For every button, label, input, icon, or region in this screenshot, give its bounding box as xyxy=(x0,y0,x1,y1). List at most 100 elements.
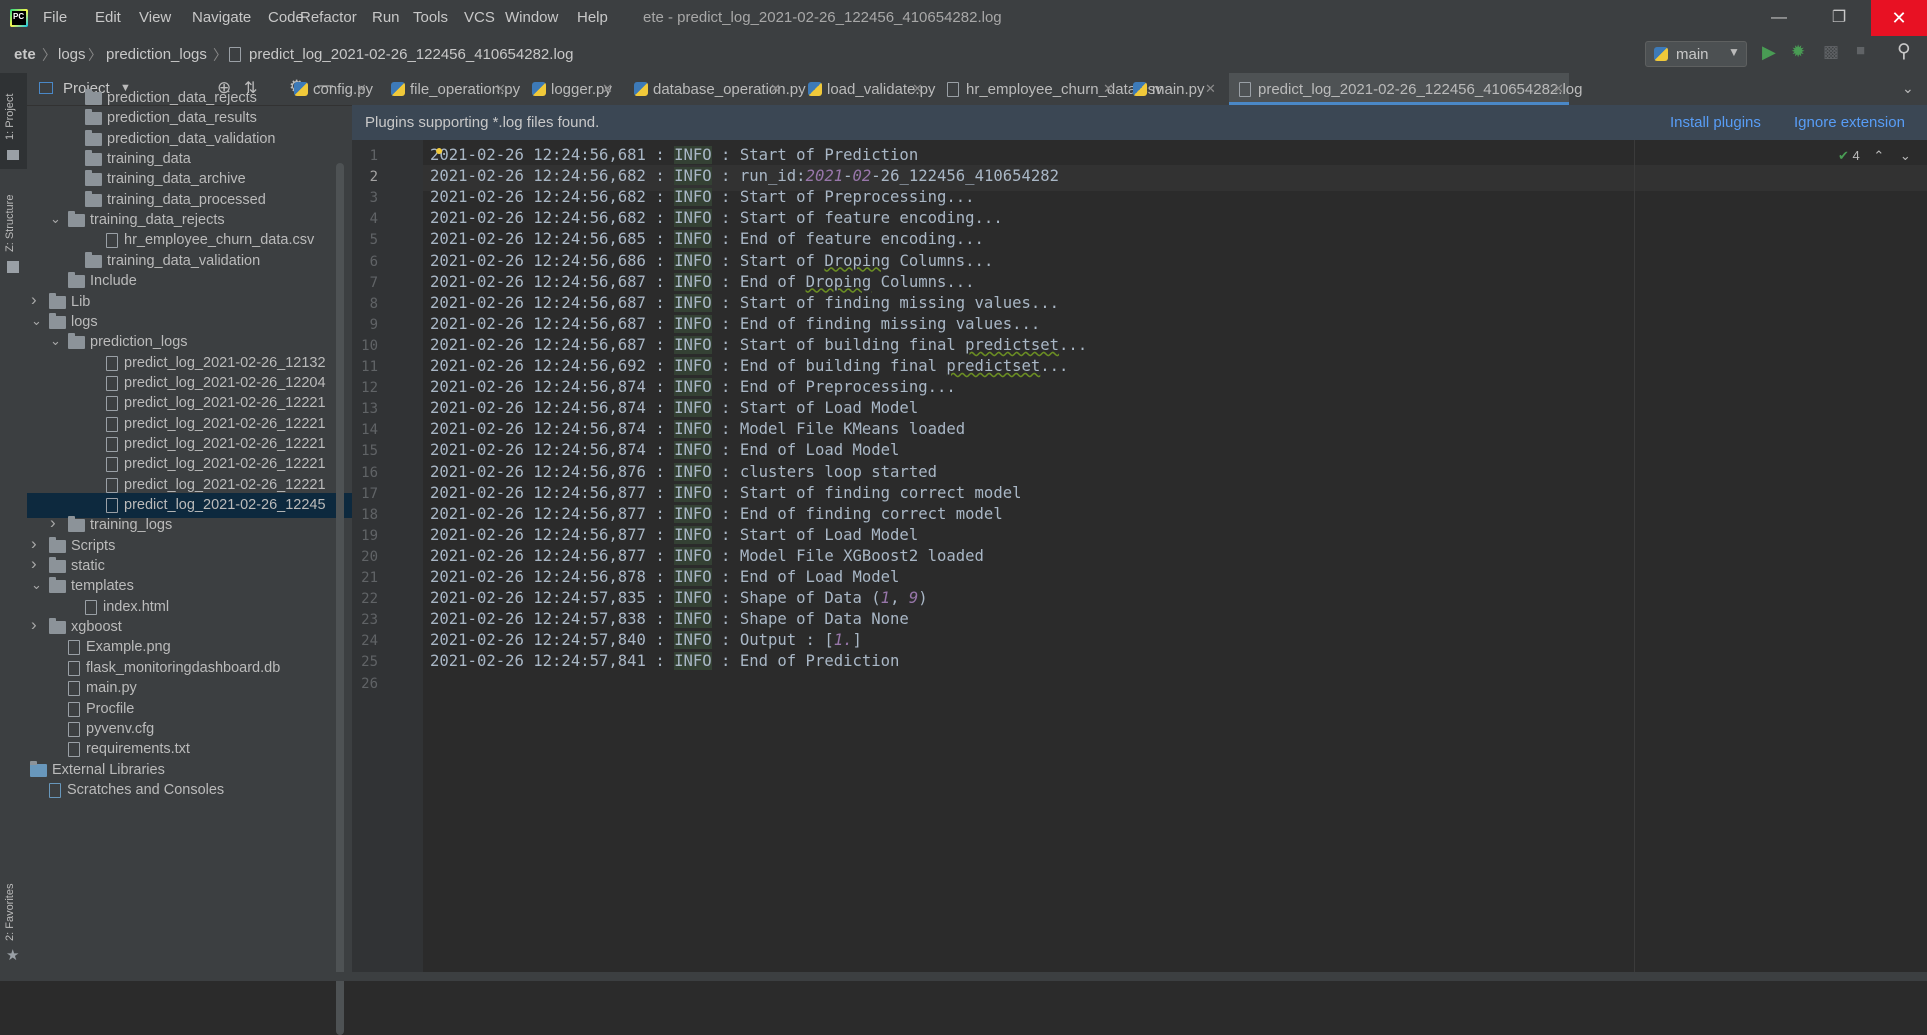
editor-tab[interactable]: logger.py ✕ xyxy=(522,73,618,105)
line-number: 5 xyxy=(369,232,378,249)
code-line: 2021-02-26 12:24:56,874 : INFO : End of … xyxy=(430,378,956,397)
menu-refactor[interactable]: Refactor xyxy=(300,9,357,27)
editor-tab[interactable]: database_operation.py ✕ xyxy=(624,73,806,105)
code-line: 2021-02-26 12:24:56,692 : INFO : End of … xyxy=(430,357,1069,375)
breadcrumb-logs[interactable]: logs xyxy=(58,46,86,63)
project-tool-label[interactable]: 1: Project xyxy=(4,94,16,140)
tree-item-label: xgboost xyxy=(71,619,122,636)
library-icon xyxy=(30,760,47,777)
run-config-select[interactable]: main ▼ xyxy=(1645,41,1747,67)
line-number: 15 xyxy=(361,443,378,460)
lightbulb-icon[interactable]: ● xyxy=(435,142,443,158)
banner-message: Plugins supporting *.log files found. xyxy=(365,114,600,131)
tree-item-label: Procfile xyxy=(86,700,135,717)
restore-button[interactable]: ❐ xyxy=(1811,0,1867,36)
editor-tab[interactable]: file_operation.py ✕ xyxy=(381,73,520,105)
close-tab-icon[interactable]: ✕ xyxy=(912,81,923,97)
menu-navigate[interactable]: Navigate xyxy=(192,9,251,27)
chevron-down-icon[interactable]: ⌄ xyxy=(50,333,61,349)
folder-icon xyxy=(49,577,66,594)
python-icon xyxy=(1654,47,1668,61)
file-icon xyxy=(106,436,118,452)
search-everywhere-icon[interactable]: ⚲ xyxy=(1897,40,1911,63)
editor-tab-bar: config.py ✕ file_operation.py ✕ logger.py ✕ da… xyxy=(294,73,1927,106)
tree-item-label: training_logs xyxy=(90,517,173,534)
menu-vcs[interactable]: VCS xyxy=(464,9,495,27)
close-tab-icon[interactable]: ✕ xyxy=(1553,81,1564,97)
line-number: 12 xyxy=(361,380,378,397)
tree-item-label: prediction_data_rejects xyxy=(107,90,257,106)
chevron-up-icon[interactable]: ⌃ xyxy=(1873,148,1884,163)
breadcrumb-project[interactable]: ete xyxy=(14,46,36,63)
folder-icon xyxy=(85,190,102,207)
line-number: 8 xyxy=(369,295,378,312)
editor-tab[interactable]: config.py ✕ xyxy=(284,73,373,105)
close-tab-icon[interactable]: ✕ xyxy=(1103,81,1114,97)
code-line: 2021-02-26 12:24:56,878 : INFO : End of … xyxy=(430,568,900,586)
editor-tab[interactable]: load_validate.py ✕ xyxy=(798,73,935,105)
coverage-icon[interactable]: ▩ xyxy=(1823,42,1839,62)
favorites-tool-label[interactable]: 2: Favorites xyxy=(4,884,16,941)
chevron-right-icon[interactable]: › xyxy=(31,554,37,574)
chevron-down-icon[interactable]: ⌄ xyxy=(50,211,61,227)
chevron-right-icon[interactable]: › xyxy=(31,534,37,554)
breadcrumb-file[interactable]: predict_log_2021-02-26_122456_410654282.… xyxy=(249,46,573,63)
menu-help[interactable]: Help xyxy=(577,9,608,27)
editor-tab[interactable]: hr_employee_churn_data.csv ✕ xyxy=(937,73,1163,105)
tree-item-label: predict_log_2021-02-26_12221 xyxy=(124,395,326,412)
code-line: 2021-02-26 12:24:57,841 : INFO : End of … xyxy=(430,652,900,671)
close-tab-icon[interactable]: ✕ xyxy=(602,81,613,97)
folder-icon xyxy=(68,333,85,350)
chevron-down-icon[interactable]: ⌄ xyxy=(31,577,42,593)
breadcrumb-prediction-logs[interactable]: prediction_logs xyxy=(106,46,207,63)
editor-tab[interactable]: main.py ✕ xyxy=(1123,73,1221,105)
tree-item-label: flask_monitoringdashboard.db xyxy=(86,659,281,676)
minimize-button[interactable]: — xyxy=(1751,0,1807,36)
tree-item-label: predict_log_2021-02-26_12221 xyxy=(124,415,326,432)
file-icon xyxy=(68,701,80,717)
tree-item-label: External Libraries xyxy=(52,761,165,778)
file-icon xyxy=(106,477,118,493)
code-editor[interactable]: 2021-02-26 12:24:56,681 : INFO : Start o… xyxy=(423,140,1927,981)
inspection-widget[interactable]: ✔ 4 ⌃ ⌄ xyxy=(1838,148,1911,164)
editor-tab[interactable]: predict_log_2021-02-26_122456_410654282.… xyxy=(1229,73,1582,105)
tree-item[interactable]: Scratches and Consoles xyxy=(27,778,352,803)
close-tab-icon[interactable]: ✕ xyxy=(495,81,506,97)
code-line: 2021-02-26 12:24:56,876 : INFO : cluster… xyxy=(430,462,937,481)
chevron-right-icon[interactable]: › xyxy=(31,615,37,635)
menu-window[interactable]: Window xyxy=(505,9,558,27)
stop-icon[interactable]: ■ xyxy=(1856,42,1865,59)
tree-item-label: prediction_logs xyxy=(90,334,188,351)
menu-view[interactable]: View xyxy=(139,9,171,27)
tree-item-label: requirements.txt xyxy=(86,741,190,758)
chevron-right-icon[interactable]: › xyxy=(31,290,37,310)
close-tab-icon[interactable]: ✕ xyxy=(1205,81,1216,97)
ignore-extension-link[interactable]: Ignore extension xyxy=(1794,114,1905,131)
line-number: 21 xyxy=(361,570,378,586)
menu-file[interactable]: File xyxy=(43,9,67,27)
file-icon xyxy=(106,416,118,432)
chevron-down-icon[interactable]: ⌄ xyxy=(1900,148,1911,163)
run-icon[interactable]: ▶ xyxy=(1762,42,1776,63)
menu-run[interactable]: Run xyxy=(372,9,400,27)
line-number: 6 xyxy=(369,253,378,270)
debug-icon[interactable]: ✹ xyxy=(1791,42,1805,62)
structure-tool-label[interactable]: Z: Structure xyxy=(4,195,16,252)
menu-tools[interactable]: Tools xyxy=(413,9,448,27)
code-line: 2021-02-26 12:24:56,874 : INFO : Start o… xyxy=(430,399,919,418)
close-tab-icon[interactable]: ✕ xyxy=(770,81,781,97)
menu-edit[interactable]: Edit xyxy=(95,9,121,27)
chevron-right-icon[interactable]: › xyxy=(50,513,56,533)
folder-icon xyxy=(68,516,85,533)
install-plugins-link[interactable]: Install plugins xyxy=(1670,114,1761,131)
title-bar: PC File Edit View Navigate Code Refactor… xyxy=(0,0,1927,36)
python-file-icon xyxy=(634,82,648,96)
close-button[interactable]: ✕ xyxy=(1871,0,1927,36)
menu-code[interactable]: Code xyxy=(268,9,304,27)
line-number: 25 xyxy=(361,654,378,671)
chevron-down-icon[interactable]: ⌄ xyxy=(31,313,42,329)
tree-scrollbar[interactable] xyxy=(336,163,344,1035)
close-tab-icon[interactable]: ✕ xyxy=(356,81,367,97)
chevron-right-icon: 〉 xyxy=(88,47,102,63)
chevron-down-icon[interactable]: ⌄ xyxy=(1902,80,1914,97)
